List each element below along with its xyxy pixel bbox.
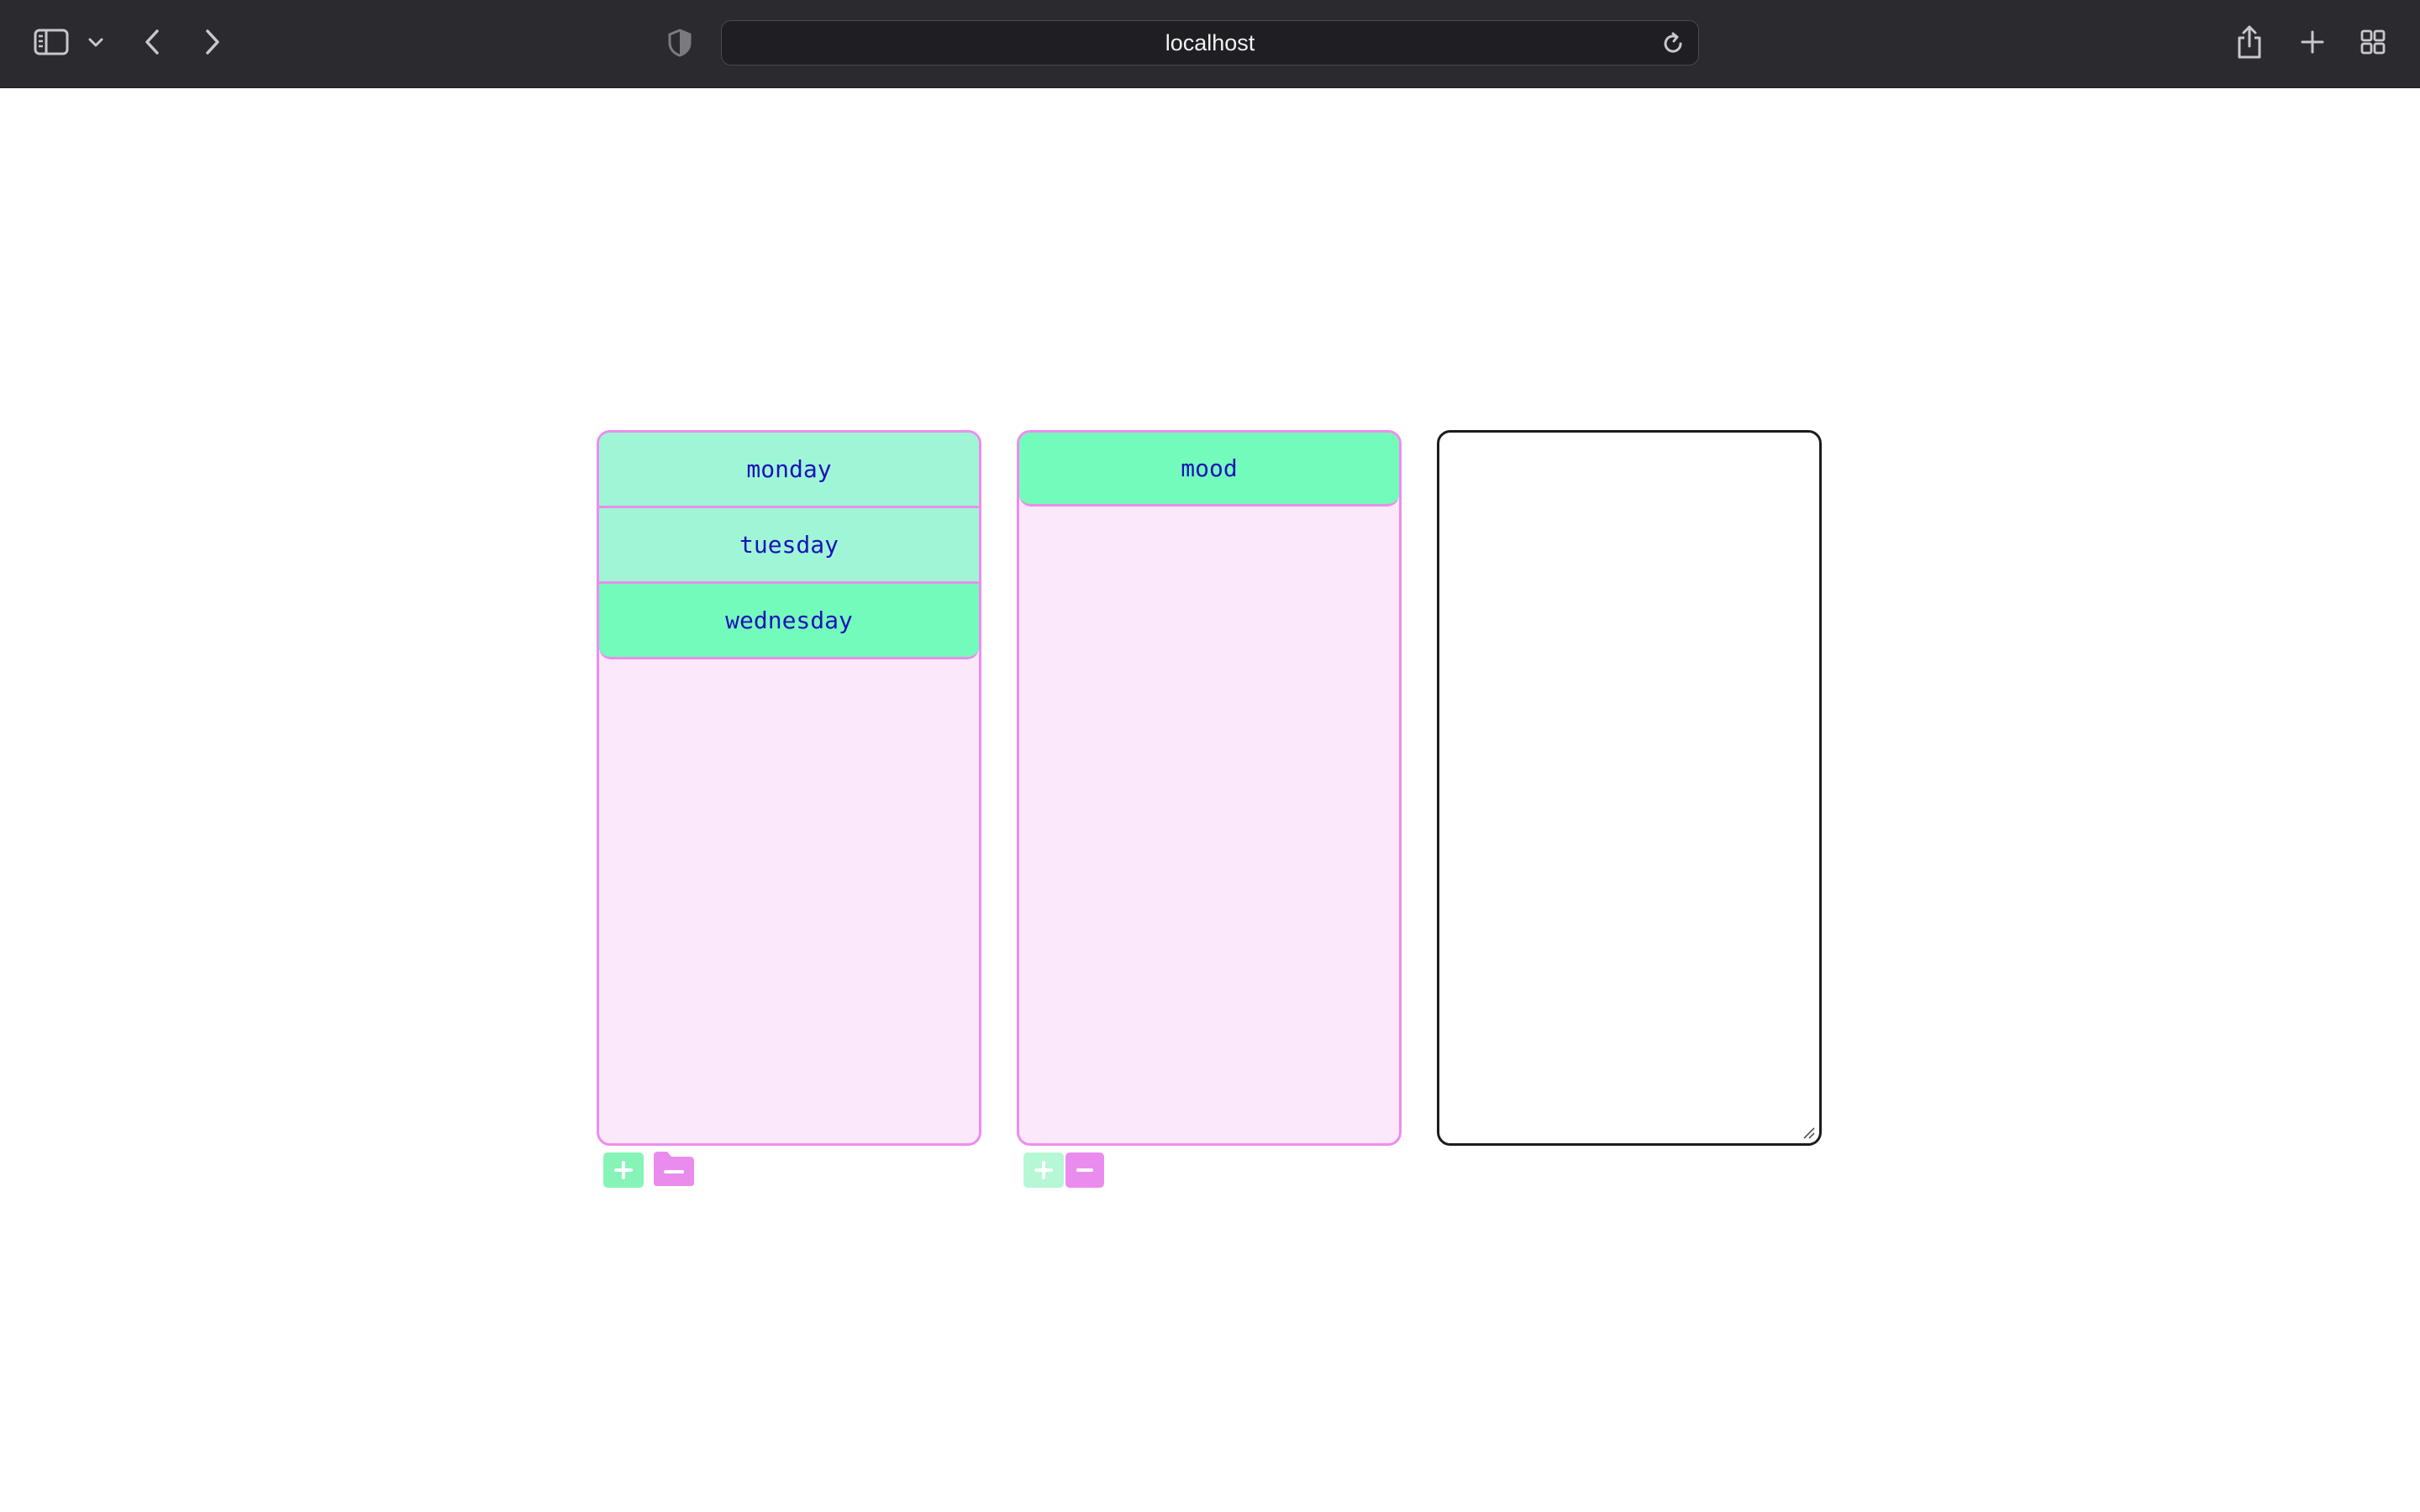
entry-editor[interactable] xyxy=(1437,430,1822,1146)
plus-icon xyxy=(1034,1161,1053,1179)
days-list: monday tuesday wednesday xyxy=(597,430,981,1146)
list-item-wednesday[interactable]: wednesday xyxy=(599,584,979,659)
remove-day-button[interactable] xyxy=(652,1149,696,1188)
address-bar[interactable]: localhost xyxy=(721,20,1699,66)
plus-icon xyxy=(614,1161,633,1179)
list-item-tuesday[interactable]: tuesday xyxy=(599,508,979,584)
add-day-button[interactable] xyxy=(603,1152,644,1188)
plus-icon[interactable] xyxy=(2297,27,2328,57)
add-entry-button[interactable] xyxy=(1023,1152,1064,1188)
forward-icon[interactable] xyxy=(200,25,225,59)
resize-handle-icon[interactable] xyxy=(1801,1125,1816,1140)
sidebar-icon[interactable] xyxy=(32,25,71,59)
share-icon[interactable] xyxy=(2233,22,2265,62)
list-item-monday[interactable]: monday xyxy=(599,433,979,508)
entries-list: mood xyxy=(1017,430,1402,1146)
folder-minus-icon xyxy=(654,1152,694,1186)
chevron-down-icon[interactable] xyxy=(86,32,106,52)
shield-icon[interactable] xyxy=(666,27,694,59)
grid-icon[interactable] xyxy=(2358,27,2388,57)
back-icon[interactable] xyxy=(139,25,165,59)
list-item-mood[interactable]: mood xyxy=(1019,433,1399,507)
url-text[interactable]: localhost xyxy=(722,21,1698,65)
reload-icon[interactable] xyxy=(1661,32,1685,55)
browser-toolbar: localhost xyxy=(0,0,2420,88)
minus-icon xyxy=(1076,1168,1093,1172)
remove-entry-button[interactable] xyxy=(1065,1152,1104,1188)
